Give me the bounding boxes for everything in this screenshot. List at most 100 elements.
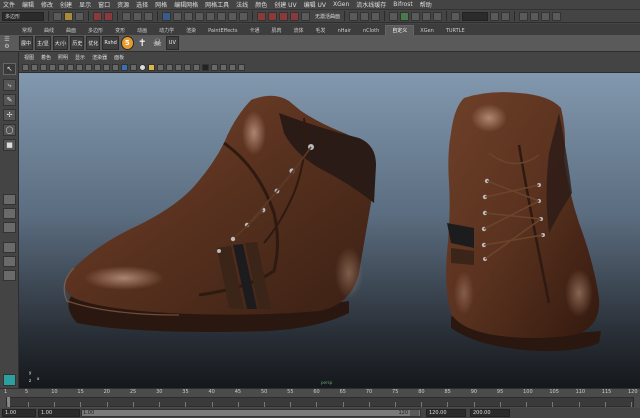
panel-menu-item[interactable]: 视图: [24, 54, 34, 61]
tool-settings-toggle-icon[interactable]: [541, 11, 551, 21]
mask-curve-icon[interactable]: [195, 11, 204, 21]
shelf-button[interactable]: 展中: [19, 36, 34, 50]
snap-point-icon[interactable]: [279, 11, 288, 21]
rotate-tool-icon[interactable]: ◯: [3, 124, 16, 136]
menu-item[interactable]: 网格: [155, 0, 167, 9]
shelf-tabs-icon[interactable]: ☰: [4, 36, 9, 43]
mask-handle-icon[interactable]: [173, 11, 182, 21]
persp-uv-layout-icon[interactable]: [3, 256, 16, 267]
move-tool-icon[interactable]: ✢: [3, 109, 16, 121]
use-lights-icon[interactable]: [148, 63, 155, 71]
safe-action-icon[interactable]: [103, 63, 110, 71]
menu-item[interactable]: 显示: [79, 0, 91, 9]
shelf-tab[interactable]: 变形: [109, 26, 131, 35]
input-field[interactable]: [462, 11, 489, 21]
shelf-tab[interactable]: nCloth: [357, 27, 385, 35]
snap-curve-icon[interactable]: [268, 11, 277, 21]
skull-icon[interactable]: ☠: [150, 36, 164, 50]
modeling-toolkit-icon[interactable]: [519, 11, 529, 21]
grid-toggle-icon[interactable]: [58, 63, 65, 71]
menu-item[interactable]: 法线: [236, 0, 248, 9]
menu-item[interactable]: Bifrost: [393, 1, 412, 8]
field-chart-icon[interactable]: [94, 63, 101, 71]
panel-menu-item[interactable]: 着色: [41, 54, 51, 61]
shelf-tab[interactable]: PaintEffects: [202, 27, 243, 35]
select-object-icon[interactable]: [133, 11, 142, 21]
persp-outliner-layout-icon[interactable]: [3, 222, 16, 233]
mask-joint-icon[interactable]: [184, 11, 193, 21]
shelf-button[interactable]: 历史: [70, 36, 85, 50]
save-scene-icon[interactable]: [75, 11, 84, 21]
new-scene-icon[interactable]: [53, 11, 62, 21]
shelf-button[interactable]: 优化: [86, 36, 101, 50]
single-perspective-layout-icon[interactable]: [3, 194, 16, 205]
menu-item[interactable]: 修改: [41, 0, 53, 9]
motion-blur-icon[interactable]: [175, 63, 182, 71]
shelf-button[interactable]: 主/显: [35, 36, 51, 50]
selection-mask-icon[interactable]: [162, 11, 171, 21]
playback-end-field[interactable]: 120.00: [426, 409, 466, 417]
xray-joints-icon[interactable]: [220, 63, 227, 71]
shelf-tab[interactable]: TURTLE: [440, 27, 471, 35]
playback-start-field[interactable]: 1.00: [38, 409, 80, 417]
input-ops-icon[interactable]: [349, 11, 359, 21]
shelf-tab[interactable]: 动画: [131, 26, 153, 35]
shelf-tab[interactable]: nHair: [332, 27, 357, 35]
anti-alias-icon[interactable]: [184, 63, 191, 71]
menu-item[interactable]: 文件: [3, 0, 15, 9]
time-slider[interactable]: 1 5 10 15 20 25 30 35 40 45 50 55 60 65 70 75 80 85 90 95 10…: [0, 388, 640, 408]
time-slider-track[interactable]: [6, 397, 634, 407]
select-camera-icon[interactable]: [22, 63, 29, 71]
menu-item[interactable]: 选择: [136, 0, 148, 9]
snap-view-plane-icon[interactable]: [290, 11, 299, 21]
uv-button[interactable]: UV: [165, 36, 179, 50]
persp-graph-layout-icon[interactable]: [3, 242, 16, 253]
shelf-tab[interactable]: 多边形: [82, 26, 109, 35]
shelf-tab[interactable]: 常规: [16, 26, 38, 35]
menu-item[interactable]: 创建: [60, 0, 72, 9]
shelf-tab[interactable]: 动力学: [153, 26, 180, 35]
color-management-icon[interactable]: [238, 63, 245, 71]
range-handle[interactable]: [410, 410, 419, 416]
make-live-icon[interactable]: [301, 11, 310, 21]
menu-item[interactable]: 资源: [117, 0, 129, 9]
snap-grid-icon[interactable]: [257, 11, 266, 21]
menu-set-select[interactable]: 多边形: [2, 11, 44, 21]
mask-deform-icon[interactable]: [217, 11, 226, 21]
shelf-tab[interactable]: 自定义: [385, 25, 415, 35]
mask-surface-icon[interactable]: [206, 11, 215, 21]
lasso-tool-icon[interactable]: ⤷: [3, 79, 16, 91]
shelf-tab[interactable]: 流体: [288, 26, 310, 35]
scale-tool-icon[interactable]: ■: [3, 139, 16, 151]
menu-item[interactable]: 网格工具: [205, 0, 229, 9]
render-view-icon[interactable]: [389, 11, 399, 21]
menu-item[interactable]: 编辑: [22, 0, 34, 9]
gear-icon[interactable]: ⚙: [4, 43, 9, 50]
menu-item[interactable]: 流水线缓存: [356, 0, 386, 9]
input-mode-icon[interactable]: [451, 11, 461, 21]
panel-menu-item[interactable]: 面板: [114, 54, 124, 61]
shelf-button[interactable]: 大/小: [52, 36, 69, 50]
end-time-field[interactable]: 200.00: [470, 409, 510, 417]
resolution-gate-icon[interactable]: [76, 63, 83, 71]
script-logo-button[interactable]: 5: [120, 36, 134, 50]
render-frame-icon[interactable]: [400, 11, 410, 21]
textured-icon[interactable]: [139, 63, 146, 71]
shelf-button[interactable]: Rshd: [102, 36, 119, 50]
panel-menu-item[interactable]: 渲染器: [92, 54, 107, 61]
ambient-occlusion-icon[interactable]: [166, 63, 173, 71]
ipr-render-icon[interactable]: [411, 11, 421, 21]
open-scene-icon[interactable]: [64, 11, 73, 21]
channel-box-toggle-icon[interactable]: [552, 11, 562, 21]
menu-item[interactable]: 创建 UV: [274, 0, 296, 9]
undo-icon[interactable]: [93, 11, 102, 21]
xray-components-icon[interactable]: [229, 63, 236, 71]
shelf-tab[interactable]: 卡通: [244, 26, 266, 35]
select-component-icon[interactable]: [144, 11, 153, 21]
render-settings-icon[interactable]: [422, 11, 432, 21]
menu-item[interactable]: XGen: [333, 1, 349, 8]
menu-item[interactable]: 窗口: [98, 0, 110, 9]
menu-item[interactable]: 编辑网格: [174, 0, 198, 9]
depth-of-field-icon[interactable]: [193, 63, 200, 71]
construction-history-icon[interactable]: [371, 11, 381, 21]
